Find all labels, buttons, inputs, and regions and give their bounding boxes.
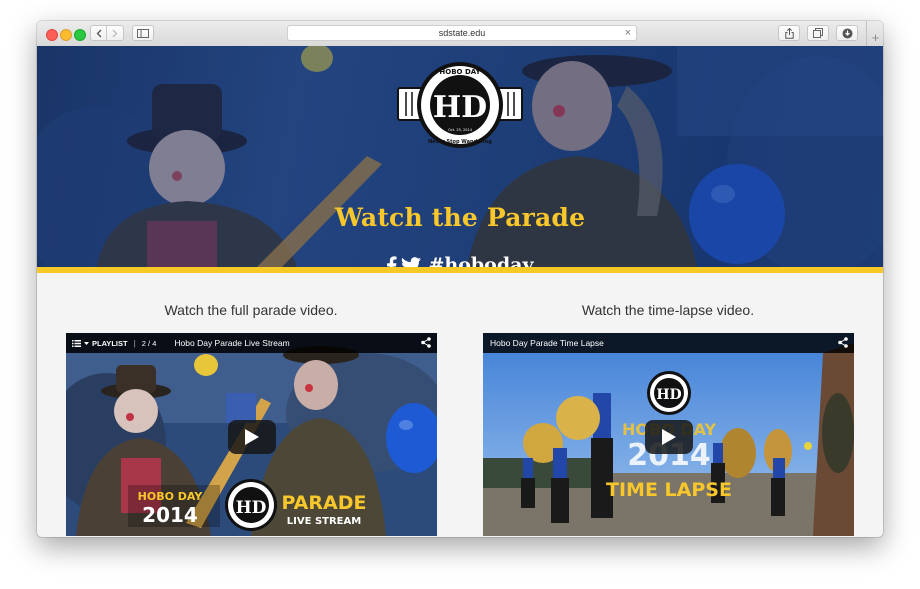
playlist-button[interactable]: PLAYLIST xyxy=(72,339,128,348)
close-window-button[interactable] xyxy=(46,29,58,41)
hobo-day-logo: HOBO DAY HD Oct. 25, 2014 Never Stop Wan… xyxy=(397,62,523,148)
logo-date: Oct. 25, 2014 xyxy=(448,128,473,132)
new-tab-button[interactable]: + xyxy=(866,21,883,46)
share-icon xyxy=(784,27,794,39)
hashtag-link[interactable]: #hoboday xyxy=(428,254,533,267)
address-text: sdstate.edu xyxy=(438,28,486,38)
forward-button[interactable] xyxy=(107,25,124,41)
playlist-icon xyxy=(72,339,81,347)
browser-toolbar: sdstate.edu × + xyxy=(37,21,883,47)
chevron-left-icon xyxy=(96,29,101,37)
close-icon[interactable]: × xyxy=(625,27,631,39)
overlay-logo-monogram: HD xyxy=(656,387,681,403)
tabs-icon xyxy=(813,28,823,38)
plus-icon: + xyxy=(871,30,880,45)
play-button[interactable] xyxy=(645,420,693,454)
video-player-full[interactable]: HOBO DAY 2014 HD PARADE LIVE STREAM PLAY… xyxy=(66,333,437,536)
social-links: #hoboday xyxy=(37,254,883,267)
download-icon xyxy=(842,28,852,38)
logo-text-bottom: Never Stop Wandering xyxy=(428,139,492,145)
video-player-timelapse[interactable]: HD HOBO DAY 2014 TIME LAPSE Hobo Day Par… xyxy=(483,333,854,536)
play-icon xyxy=(245,429,259,445)
play-icon xyxy=(662,429,676,445)
share-icon[interactable] xyxy=(421,337,431,348)
playlist-label: PLAYLIST xyxy=(92,338,128,348)
playlist-separator: | xyxy=(133,338,136,348)
page-title: Watch the Parade xyxy=(334,203,586,232)
video-title[interactable]: Hobo Day Parade Time Lapse xyxy=(490,338,604,348)
video-caption-full: Watch the full parade video. xyxy=(164,302,338,318)
overlay-parade: PARADE xyxy=(282,492,367,514)
overlay-time-lapse: TIME LAPSE xyxy=(606,479,732,501)
downloads-button[interactable] xyxy=(836,25,858,41)
logo-monogram: HD xyxy=(433,90,487,125)
twitter-icon[interactable] xyxy=(401,256,422,268)
chevron-right-icon xyxy=(112,29,118,37)
address-bar[interactable]: sdstate.edu × xyxy=(287,25,637,41)
overlay-live-stream: LIVE STREAM xyxy=(287,516,361,527)
share-icon[interactable] xyxy=(838,337,848,348)
facebook-icon[interactable] xyxy=(386,255,397,268)
overlay-year: 2014 xyxy=(142,503,198,527)
caret-down-icon xyxy=(84,341,89,345)
browser-window: sdstate.edu × + HOBO DAY HD Oct. 25, 201… xyxy=(37,21,883,537)
playlist-count: 2 / 4 xyxy=(141,338,157,348)
sidebar-toggle-button[interactable] xyxy=(132,25,154,41)
overlay-hobo-day: HOBO DAY xyxy=(138,490,204,503)
play-button[interactable] xyxy=(228,420,276,454)
logo-text-top: HOBO DAY xyxy=(439,68,481,76)
video-title-bar: Hobo Day Parade Time Lapse xyxy=(483,333,854,353)
video-title[interactable]: Hobo Day Parade Live Stream xyxy=(174,338,289,348)
maximize-window-button[interactable] xyxy=(74,29,86,41)
back-button[interactable] xyxy=(90,25,107,41)
hero-divider xyxy=(37,267,883,273)
sidebar-icon xyxy=(137,28,149,38)
video-title-bar: PLAYLIST | 2 / 4 Hobo Day Parade Live St… xyxy=(66,333,437,353)
video-caption-timelapse: Watch the time-lapse video. xyxy=(581,302,755,318)
show-tabs-button[interactable] xyxy=(807,25,829,41)
minimize-window-button[interactable] xyxy=(60,29,72,41)
hero-banner: HOBO DAY HD Oct. 25, 2014 Never Stop Wan… xyxy=(37,46,883,267)
overlay-logo-monogram: HD xyxy=(236,498,267,518)
share-button[interactable] xyxy=(778,25,800,41)
